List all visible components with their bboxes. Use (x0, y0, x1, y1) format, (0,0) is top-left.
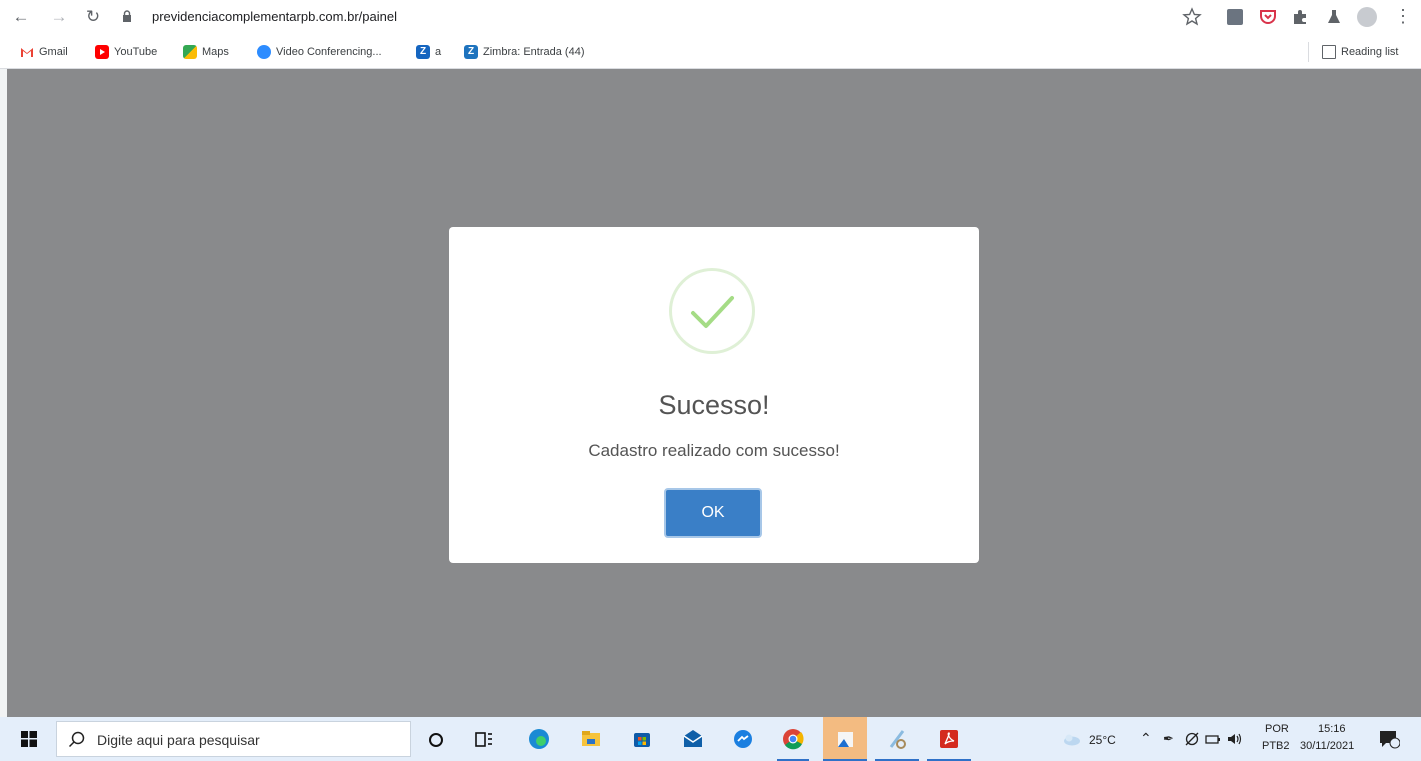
bookmark-label: Gmail (39, 46, 68, 58)
youtube-icon (95, 45, 109, 59)
lock-icon (123, 10, 131, 22)
maps-icon (183, 45, 197, 59)
bookmark-video-conferencing[interactable]: Video Conferencing... (257, 43, 382, 61)
bookmark-label: Maps (202, 46, 229, 58)
network-disconnected-icon[interactable] (1184, 732, 1200, 746)
reading-list-button[interactable]: Reading list (1322, 43, 1398, 61)
mail-icon[interactable] (677, 723, 709, 755)
edge-browser-icon[interactable] (523, 723, 555, 755)
taskbar: Digite aqui para pesquisar 25°C ⌃ ✒ POR … (0, 717, 1421, 761)
messenger-icon[interactable] (727, 723, 759, 755)
back-arrow-icon[interactable]: ← (10, 6, 32, 28)
bookmarks-divider (1308, 42, 1309, 62)
left-edge (0, 69, 7, 717)
keyboard-language[interactable]: POR (1265, 723, 1289, 735)
taskbar-search-box[interactable]: Digite aqui para pesquisar (56, 721, 411, 757)
labs-flask-icon[interactable] (1325, 7, 1343, 27)
profile-avatar-icon[interactable] (1357, 7, 1377, 27)
search-placeholder: Digite aqui para pesquisar (97, 732, 260, 748)
search-icon (68, 731, 85, 748)
zimbra-z-icon: Z (416, 45, 430, 59)
bookmark-label: a (435, 46, 442, 58)
zimbra-icon: Z (464, 45, 478, 59)
bookmark-maps[interactable]: Maps (183, 43, 229, 61)
clock-date[interactable]: 30/11/2021 (1300, 740, 1354, 752)
acrobat-reader-icon[interactable] (933, 723, 965, 755)
task-view-icon[interactable] (467, 723, 499, 755)
bookmark-star-icon[interactable] (1182, 7, 1202, 27)
url-text: previdenciacomplementarpb.com.br/painel (152, 9, 397, 24)
reload-icon[interactable]: ↻ (82, 6, 104, 28)
extension-pocket-icon[interactable] (1259, 7, 1277, 27)
weather-cloud-icon[interactable] (1062, 732, 1082, 746)
extension-s-icon[interactable] (1227, 9, 1243, 25)
bookmark-label: Video Conferencing... (276, 46, 382, 58)
photos-app-icon[interactable] (829, 723, 861, 755)
bookmark-label: YouTube (114, 46, 158, 58)
bookmark-label: Zimbra: Entrada (44) (483, 46, 585, 58)
success-check-icon (669, 268, 755, 354)
file-explorer-icon[interactable] (575, 723, 607, 755)
microsoft-store-icon[interactable] (626, 723, 658, 755)
forward-arrow-icon[interactable]: → (48, 6, 70, 28)
success-dialog: Sucesso! Cadastro realizado com sucesso!… (449, 227, 979, 563)
notification-center-icon[interactable] (1378, 729, 1400, 749)
dialog-message: Cadastro realizado com sucesso! (588, 441, 840, 460)
address-bar[interactable]: previdenciacomplementarpb.com.br/painel (112, 4, 1212, 30)
gmail-icon (20, 45, 34, 59)
chrome-menu-icon[interactable]: ⋮ (1394, 7, 1412, 27)
bookmark-youtube[interactable]: YouTube (95, 43, 157, 61)
bookmarks-bar: Gmail YouTube Maps Video Conferencing...… (0, 35, 1421, 69)
pen-icon[interactable]: ✒ (1163, 731, 1174, 747)
reading-list-icon (1322, 45, 1336, 59)
weather-temperature[interactable]: 25°C (1089, 733, 1116, 747)
browser-toolbar: ← → ↻ previdenciacomplementarpb.com.br/p… (0, 0, 1421, 35)
bookmark-gmail[interactable]: Gmail (20, 43, 68, 61)
battery-icon[interactable] (1205, 732, 1221, 746)
volume-icon[interactable] (1227, 732, 1243, 746)
keyboard-layout[interactable]: PTB2 (1262, 740, 1290, 752)
chevron-up-icon[interactable]: ⌃ (1140, 730, 1152, 747)
extensions-puzzle-icon[interactable] (1291, 7, 1309, 27)
chrome-icon[interactable] (777, 723, 809, 755)
cortana-icon[interactable] (420, 723, 452, 755)
snipping-tool-icon[interactable] (881, 723, 913, 755)
windows-start-icon[interactable] (21, 731, 37, 747)
ok-button[interactable]: OK (664, 488, 762, 538)
dialog-title: Sucesso! (658, 390, 770, 420)
reading-list-label: Reading list (1341, 46, 1399, 58)
bookmark-z[interactable]: Z a (416, 43, 441, 61)
video-conferencing-icon (257, 45, 271, 59)
bookmark-zimbra[interactable]: Z Zimbra: Entrada (44) (464, 43, 584, 61)
clock-time[interactable]: 15:16 (1318, 723, 1346, 735)
